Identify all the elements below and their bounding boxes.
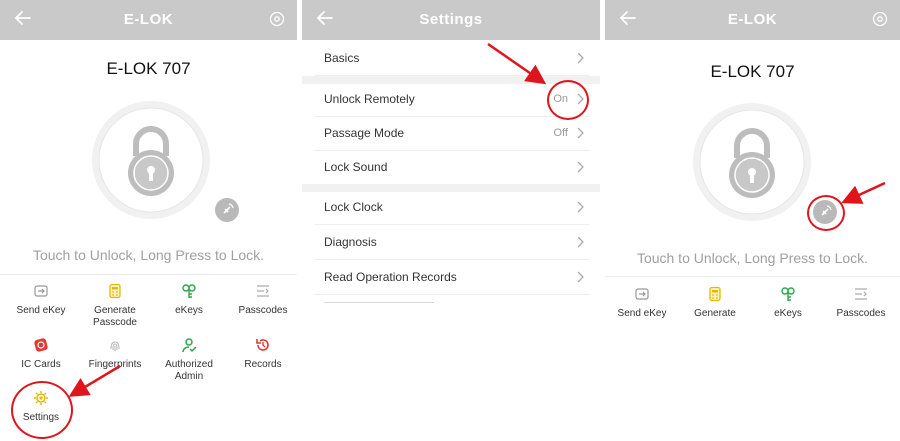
row-label: Lock Sound xyxy=(324,160,388,174)
unlock-hint: Touch to Unlock, Long Press to Lock. xyxy=(32,247,265,263)
divider xyxy=(605,276,900,277)
settings-row-cutoff xyxy=(324,300,590,304)
ekeys-icon xyxy=(781,287,795,301)
ekeys-icon xyxy=(182,284,196,298)
settings-row-diagnosis[interactable]: Diagnosis xyxy=(314,225,590,260)
row-label: Passage Mode xyxy=(324,126,405,140)
divider xyxy=(0,274,297,275)
settings-row-passage-mode[interactable]: Passage Mode Off xyxy=(314,116,590,151)
chevron-right-icon xyxy=(577,271,584,283)
screen-title: E-LOK xyxy=(123,11,174,28)
lock-name: E-LOK 707 xyxy=(710,62,795,81)
ic-cards-label: IC Cards xyxy=(21,359,61,370)
passcodes-icon xyxy=(257,285,269,297)
records-label: Records xyxy=(244,359,282,370)
fingerprints-label: Fingerprints xyxy=(88,359,142,370)
remote-unlock-highlight-circle xyxy=(807,195,845,231)
settings-row-lock-sound[interactable]: Lock Sound xyxy=(314,150,590,185)
settings-row-read-operation-records[interactable]: Read Operation Records xyxy=(314,260,590,295)
unlock-hint: Touch to Unlock, Long Press to Lock. xyxy=(636,250,869,266)
remote-unlock-icon[interactable] xyxy=(215,198,239,222)
generate-passcode-label: Generate xyxy=(694,308,736,319)
generate-passcode-icon xyxy=(709,286,721,302)
send-ekey-icon xyxy=(635,288,649,300)
generate-passcode-icon xyxy=(109,283,121,299)
ic-cards-button[interactable]: IC Cards xyxy=(4,337,78,371)
records-button[interactable]: Records xyxy=(226,337,297,371)
ic-cards-icon xyxy=(34,338,48,352)
row-label: Basics xyxy=(324,51,360,65)
passcodes-label: Passcodes xyxy=(238,305,288,316)
generate-passcode-button[interactable]: Generate xyxy=(678,286,752,320)
top-bar: E-LOK xyxy=(605,0,900,40)
unlock-button[interactable] xyxy=(91,100,211,220)
settings-gear-icon[interactable] xyxy=(872,11,888,27)
settings-highlight-circle xyxy=(11,381,73,439)
row-label: Read Operation Records xyxy=(324,270,457,284)
generate-passcode-label: Generate Passcode xyxy=(93,305,137,328)
ekeys-button[interactable]: eKeys xyxy=(751,286,825,320)
ekeys-label: eKeys xyxy=(774,308,802,319)
top-bar: Settings xyxy=(302,0,600,40)
lock-name: E-LOK 707 xyxy=(106,59,191,78)
settings-row-basics[interactable]: Basics xyxy=(314,41,590,76)
lock-home-screen: E-LOK E-LOK 707 Touch to Unlock, Long Pr… xyxy=(0,0,297,441)
top-bar: E-LOK xyxy=(0,0,297,40)
lock-home-screen-remote: E-LOK E-LOK 707 Touch to Unlock, Long Pr… xyxy=(605,0,900,441)
chevron-right-icon xyxy=(577,236,584,248)
ekeys-label: eKeys xyxy=(175,305,203,316)
chevron-right-icon xyxy=(577,161,584,173)
unlock-button[interactable] xyxy=(692,102,812,222)
passcodes-label: Passcodes xyxy=(836,308,886,319)
fingerprints-button[interactable]: Fingerprints xyxy=(78,337,152,371)
screen-title: E-LOK xyxy=(727,11,778,28)
send-ekey-button[interactable]: Send eKey xyxy=(605,286,679,320)
authorized-admin-button[interactable]: Authorized Admin xyxy=(152,337,226,383)
send-ekey-icon xyxy=(34,285,48,297)
settings-gear-icon[interactable] xyxy=(269,11,285,27)
passcodes-button[interactable]: Passcodes xyxy=(226,283,297,317)
row-label: Unlock Remotely xyxy=(324,92,415,106)
generate-passcode-button[interactable]: Generate Passcode xyxy=(78,283,152,329)
screen-title: Settings xyxy=(419,11,483,28)
row-label: Lock Clock xyxy=(324,200,383,214)
authorized-admin-label: Authorized Admin xyxy=(165,359,213,382)
send-ekey-label: Send eKey xyxy=(617,308,667,319)
ekeys-button[interactable]: eKeys xyxy=(152,283,226,317)
row-value: Off xyxy=(553,127,568,139)
fingerprint-icon xyxy=(110,341,120,351)
settings-row-lock-clock[interactable]: Lock Clock xyxy=(314,190,590,225)
row-label: Diagnosis xyxy=(324,235,377,249)
authorized-admin-icon xyxy=(182,338,197,353)
chevron-right-icon xyxy=(577,127,584,139)
chevron-right-icon xyxy=(577,201,584,213)
passcodes-icon xyxy=(855,288,867,300)
send-ekey-label: Send eKey xyxy=(16,305,66,316)
chevron-right-icon xyxy=(577,52,584,64)
settings-screen: Settings Basics Unlock Remotely On Passa… xyxy=(302,0,600,441)
unlock-remotely-highlight-circle xyxy=(547,80,589,120)
records-icon xyxy=(256,339,269,351)
send-ekey-button[interactable]: Send eKey xyxy=(4,283,78,317)
passcodes-button[interactable]: Passcodes xyxy=(824,286,898,320)
